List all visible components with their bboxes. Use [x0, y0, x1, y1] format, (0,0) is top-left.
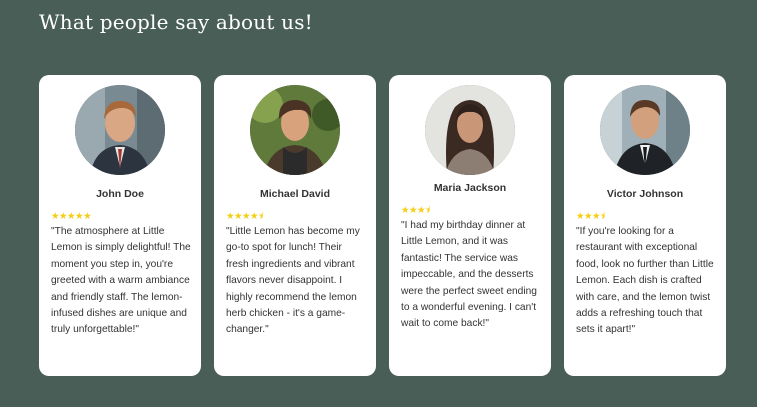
- avatar: [425, 85, 515, 175]
- avatar-container: [389, 75, 551, 175]
- reviewer-name: Michael David: [259, 188, 331, 200]
- avatar-container: [214, 75, 376, 175]
- avatar: [600, 85, 690, 175]
- testimonial-text: "I had my birthday dinner at Little Lemo…: [401, 220, 537, 330]
- reviewer-name: Maria Jackson: [433, 182, 507, 194]
- testimonial-card: Victor Johnson ★★★⯨ "If you're looking f…: [564, 75, 726, 376]
- testimonial-card: Michael David ★★★★⯨ "Little Lemon has be…: [214, 75, 376, 376]
- reviewer-name: John Doe: [96, 188, 144, 200]
- testimonial-card: John Doe ★★★★★ "The atmosphere at Little…: [39, 75, 201, 376]
- avatar-container: [39, 75, 201, 175]
- star-rating: ★★★⯨: [576, 211, 605, 222]
- section-title: What people say about us!: [39, 10, 313, 34]
- testimonial-text: "If you're looking for a restaurant with…: [576, 226, 714, 336]
- star-rating: ★★★⯨: [401, 205, 430, 216]
- avatar: [75, 85, 165, 175]
- star-rating: ★★★★★: [51, 211, 92, 222]
- avatar: [250, 85, 340, 175]
- star-rating: ★★★★⯨: [226, 211, 263, 222]
- testimonial-text: "Little Lemon has become my go-to spot f…: [226, 226, 360, 336]
- testimonial-text: "The atmosphere at Little Lemon is simpl…: [51, 226, 191, 336]
- avatar-container: [564, 75, 726, 175]
- testimonials-list: John Doe ★★★★★ "The atmosphere at Little…: [39, 75, 726, 376]
- testimonial-card: Maria Jackson ★★★⯨ "I had my birthday di…: [389, 75, 551, 376]
- reviewer-name: Victor Johnson: [606, 188, 684, 200]
